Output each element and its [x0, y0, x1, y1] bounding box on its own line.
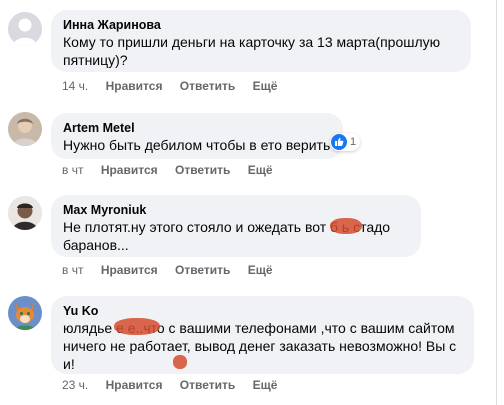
reaction-badge[interactable]: 1	[330, 133, 361, 151]
comment-time[interactable]: 14 ч.	[62, 79, 88, 93]
cartoon-fox-avatar-icon	[8, 296, 42, 330]
reaction-count: 1	[350, 136, 357, 148]
like-link[interactable]: Нравится	[101, 163, 158, 177]
reply-link[interactable]: Ответить	[180, 378, 235, 392]
like-link[interactable]: Нравится	[106, 79, 163, 93]
more-link[interactable]: Ещё	[253, 79, 278, 93]
comment-text: Нужно быть дебилом чтобы в ето верить	[63, 137, 331, 153]
avatar-photo[interactable]	[8, 112, 42, 146]
like-link[interactable]: Нравится	[101, 263, 158, 277]
reply-link[interactable]: Ответить	[180, 79, 235, 93]
avatar-default[interactable]	[8, 12, 42, 46]
profile-photo-icon	[8, 196, 42, 230]
more-link[interactable]: Ещё	[253, 378, 278, 392]
avatar-photo[interactable]	[8, 196, 42, 230]
comment-author[interactable]: Artem Metel	[63, 120, 331, 136]
reply-link[interactable]: Ответить	[175, 163, 230, 177]
comment-author[interactable]: Max Myroniuk	[63, 202, 409, 218]
comment-actions: в чт Нравится Ответить Ещё	[62, 263, 287, 277]
censor-blot	[173, 355, 187, 369]
comment-time[interactable]: в чт	[62, 163, 83, 177]
more-link[interactable]: Ещё	[248, 263, 273, 277]
comment-actions: в чт Нравится Ответить Ещё	[62, 163, 287, 177]
profile-photo-icon	[8, 112, 42, 146]
comment-time[interactable]: 23 ч.	[62, 378, 88, 392]
reply-link[interactable]: Ответить	[175, 263, 230, 277]
more-link[interactable]: Ещё	[248, 163, 273, 177]
comment-actions: 14 ч. Нравится Ответить Ещё	[62, 79, 291, 93]
censor-blot	[330, 218, 362, 234]
comment-time[interactable]: в чт	[62, 263, 83, 277]
like-link[interactable]: Нравится	[106, 378, 163, 392]
comment-author[interactable]: Инна Жаринова	[63, 17, 459, 33]
thumbs-up-icon	[331, 134, 347, 150]
avatar-photo[interactable]	[8, 296, 42, 330]
comment-actions: 23 ч. Нравится Ответить Ещё	[62, 378, 291, 392]
censor-blot	[114, 318, 160, 335]
user-silhouette-icon	[8, 12, 42, 46]
comment-author[interactable]: Yu Ko	[63, 303, 462, 319]
comment-text: Кому то пришли деньги на карточку за 13 …	[63, 34, 441, 68]
scrollbar-track	[496, 0, 497, 405]
comment-bubble: Artem Metel Нужно быть дебилом чтобы в е…	[51, 113, 343, 159]
comment-bubble: Max Myroniuk Не плотят.ну этого стояло и…	[51, 195, 421, 257]
comment-bubble: Yu Ko юлядье е е..что с вашими телефонам…	[51, 296, 474, 374]
comment-bubble: Инна Жаринова Кому то пришли деньги на к…	[51, 10, 471, 72]
